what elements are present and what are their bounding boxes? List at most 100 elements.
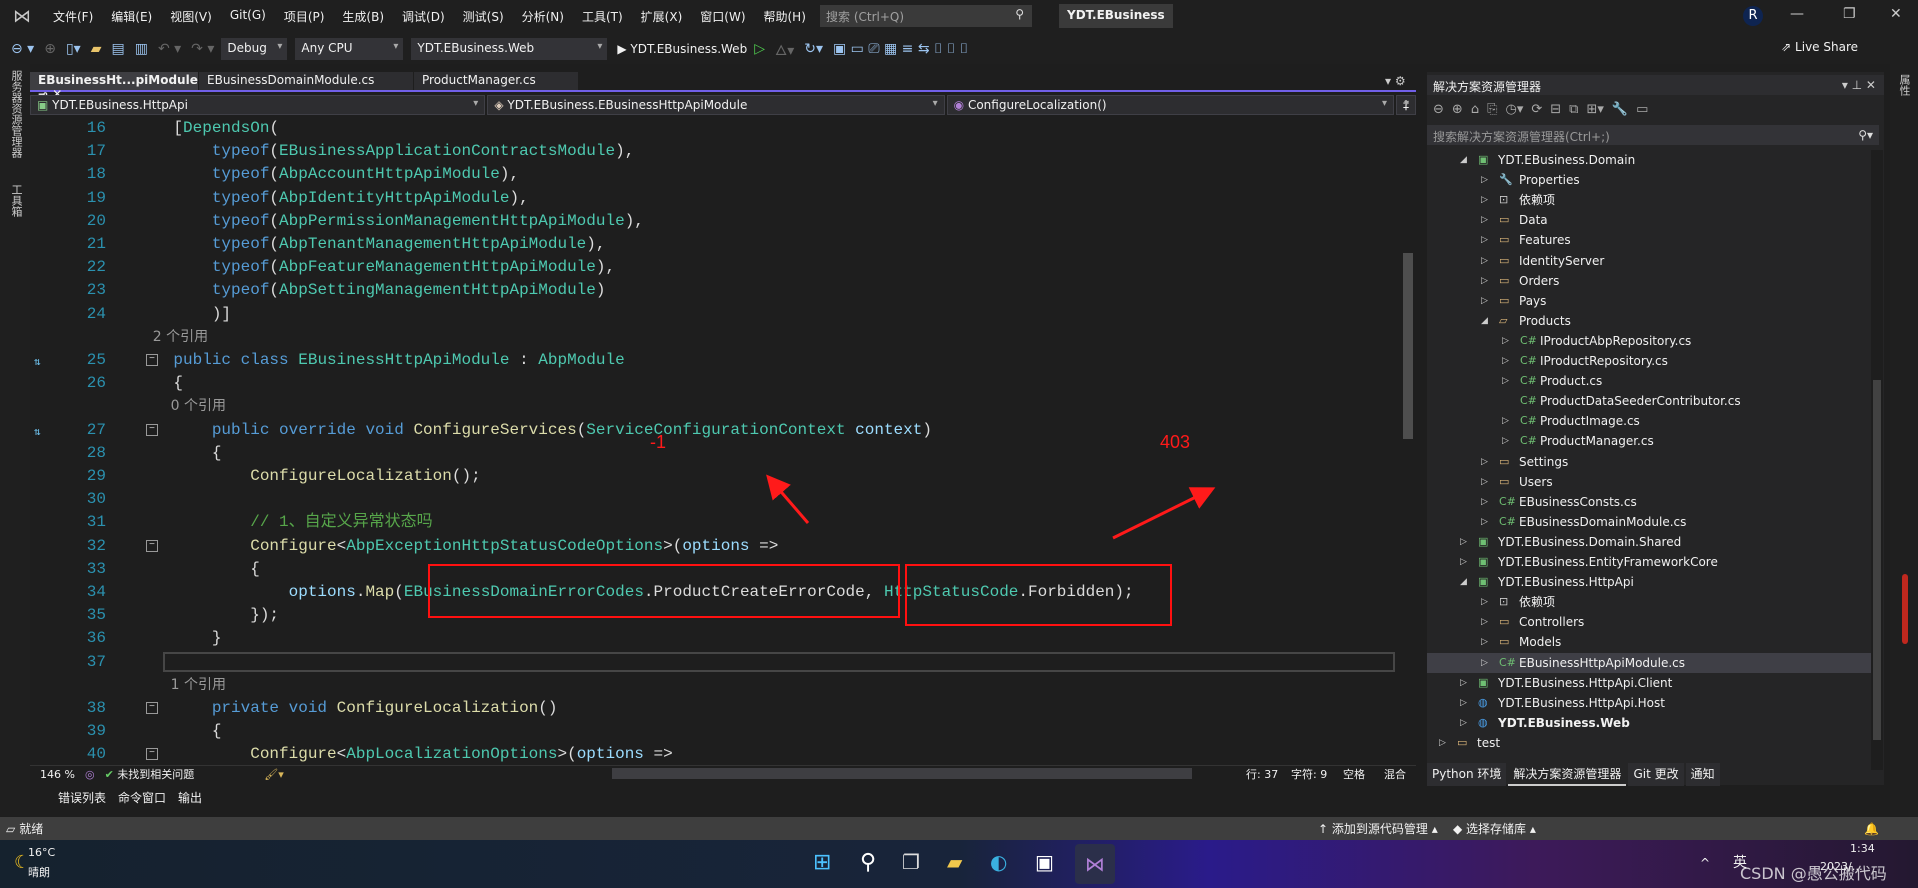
weather-desc[interactable]: 晴朗 (28, 864, 50, 880)
windows-start-icon[interactable]: ⊞ (813, 850, 831, 875)
tree-item[interactable]: ▷ ⊡ 依赖项 (1427, 190, 1872, 210)
tree-item[interactable]: ▷ C# EBusinessDomainModule.cs (1427, 512, 1872, 532)
expand-arrow-icon[interactable]: ▷ (1502, 331, 1509, 351)
expand-arrow-icon[interactable]: ▷ (1502, 371, 1509, 391)
expand-arrow-icon[interactable]: ▷ (1481, 512, 1488, 532)
tree-item[interactable]: ▷ C# EBusinessHttpApiModule.cs (1427, 652, 1872, 673)
switch-views-icon[interactable]: ⎘ (1487, 102, 1497, 118)
tree-item[interactable]: ▷ C# IProductRepository.cs (1427, 351, 1872, 371)
show-all-icon[interactable]: ⧉ (1569, 102, 1578, 118)
collapse-icon[interactable]: ⊟ (1550, 102, 1561, 118)
cleanup-icon[interactable]: 🖌▾ (264, 768, 284, 781)
tree-item[interactable]: ▷ ◍ YDT.EBusiness.HttpApi.Host (1427, 693, 1872, 713)
tree-item[interactable]: ▷ ▭ Pays (1427, 291, 1872, 311)
tab-error-list[interactable]: 错误列表 (58, 789, 106, 806)
tree-item[interactable]: ▷ C# ProductManager.cs (1427, 431, 1872, 451)
tree-item[interactable]: ▷ ▣ YDT.EBusiness.Domain.Shared (1427, 532, 1872, 552)
properties-icon[interactable]: 🔧 (1612, 102, 1628, 118)
tab-command-window[interactable]: 命令窗口 (118, 789, 166, 806)
file-explorer-icon[interactable]: ▰ (947, 850, 962, 874)
zoom-level[interactable]: 146 % (40, 768, 75, 781)
tree-item[interactable]: ▷ ▭ Models (1427, 632, 1872, 652)
tray-expand-icon[interactable]: ^ (1700, 856, 1710, 870)
panel-tab[interactable]: 解决方案资源管理器 (1508, 763, 1627, 786)
add-source-control[interactable]: ↑ 添加到源代码管理 ▴ (1318, 820, 1438, 837)
expand-arrow-icon[interactable]: ▷ (1481, 592, 1488, 612)
tree-item[interactable]: ◢ ▣ YDT.EBusiness.Domain (1427, 150, 1872, 170)
weather-temp[interactable]: 16°C (28, 846, 55, 859)
tree-item[interactable]: ▷ C# Product.cs (1427, 371, 1872, 391)
clock-time[interactable]: 1:34 (1850, 842, 1875, 855)
expand-arrow-icon[interactable]: ▷ (1481, 271, 1488, 291)
expand-arrow-icon[interactable]: ▷ (1481, 653, 1488, 673)
expand-arrow-icon[interactable]: ▷ (1460, 673, 1467, 693)
editor-horizontal-scrollbar[interactable] (612, 768, 1192, 779)
edge-icon[interactable]: ◐ (990, 850, 1007, 874)
copilot-icon[interactable]: ◎ (85, 768, 95, 781)
tree-item[interactable]: ◢ ▣ YDT.EBusiness.HttpApi (1427, 572, 1872, 592)
expand-arrow-icon[interactable]: ▷ (1502, 351, 1509, 371)
expand-arrow-icon[interactable]: ▷ (1481, 632, 1488, 652)
tree-item[interactable]: ▷ 🔧 Properties (1427, 170, 1872, 190)
view-icon[interactable]: ⊞▾ (1586, 102, 1603, 118)
expand-arrow-icon[interactable]: ▷ (1502, 411, 1509, 431)
panel-tab[interactable]: Git 更改 (1628, 763, 1684, 786)
tree-item[interactable]: ▷ ◍ YDT.EBusiness.Web (1427, 713, 1872, 733)
expand-arrow-icon[interactable]: ▷ (1502, 431, 1509, 451)
task-view-icon[interactable]: ❐ (902, 850, 920, 874)
tree-item[interactable]: C# ProductDataSeederContributor.cs (1427, 391, 1872, 411)
expand-arrow-icon[interactable]: ▷ (1460, 532, 1467, 552)
panel-tab[interactable]: 通知 (1685, 763, 1720, 786)
expand-arrow-icon[interactable]: ▷ (1481, 190, 1488, 210)
expand-arrow-icon[interactable]: ▷ (1481, 251, 1488, 271)
line-ending-indicator[interactable]: 混合 (1384, 766, 1406, 782)
expand-arrow-icon[interactable]: ▷ (1460, 713, 1467, 733)
sync-icon[interactable]: ⟳ (1531, 102, 1542, 118)
tree-item[interactable]: ▷ ▭ Users (1427, 472, 1872, 492)
expand-arrow-icon[interactable]: ▷ (1460, 552, 1467, 572)
solution-explorer-scrollbar[interactable] (1871, 150, 1883, 770)
tree-item[interactable]: ▷ ▭ Orders (1427, 271, 1872, 291)
tree-item[interactable]: ▷ ▭ Features (1427, 230, 1872, 250)
expand-arrow-icon[interactable]: ▷ (1481, 291, 1488, 311)
tab-output[interactable]: 输出 (178, 789, 202, 806)
tree-item[interactable]: ▷ ⊡ 依赖项 (1427, 592, 1872, 612)
collapse-arrow-icon[interactable]: ◢ (1481, 311, 1488, 331)
visual-studio-taskbar-icon[interactable]: ⋈ (1075, 844, 1115, 884)
expand-arrow-icon[interactable]: ▷ (1460, 693, 1467, 713)
search-icon[interactable]: ⚲ (860, 850, 876, 875)
tree-item[interactable]: ▷ ▭ Controllers (1427, 612, 1872, 632)
expand-arrow-icon[interactable]: ▷ (1481, 170, 1488, 190)
scroll-thumb[interactable] (1873, 380, 1881, 740)
expand-arrow-icon[interactable]: ▷ (1481, 472, 1488, 492)
tree-item[interactable]: ▷ C# EBusinessConsts.cs (1427, 492, 1872, 512)
notification-bell-icon[interactable]: 🔔 (1864, 822, 1879, 836)
tree-item[interactable]: ▷ ▭ test (1427, 733, 1872, 753)
whitespace-indicator[interactable]: 空格 (1343, 766, 1365, 782)
expand-arrow-icon[interactable]: ▷ (1481, 452, 1488, 472)
collapse-arrow-icon[interactable]: ◢ (1460, 572, 1467, 592)
expand-arrow-icon[interactable]: ▷ (1481, 492, 1488, 512)
panel-tab[interactable]: Python 环境 (1427, 763, 1507, 786)
tree-item[interactable]: ▷ ▭ IdentityServer (1427, 251, 1872, 271)
pending-changes-icon[interactable]: ◷▾ (1505, 102, 1523, 118)
tree-item[interactable]: ▷ ▣ YDT.EBusiness.HttpApi.Client (1427, 673, 1872, 693)
tree-item[interactable]: ▷ C# IProductAbpRepository.cs (1427, 331, 1872, 351)
expand-arrow-icon[interactable]: ▷ (1481, 612, 1488, 632)
issues-status[interactable]: ✔ 未找到相关问题 (105, 766, 195, 782)
expand-arrow-icon[interactable]: ▷ (1439, 733, 1446, 753)
home-icon[interactable]: ⌂ (1471, 102, 1479, 118)
tree-item[interactable]: ▷ ▣ YDT.EBusiness.EntityFrameworkCore (1427, 552, 1872, 572)
solution-explorer-search[interactable]: 搜索解决方案资源管理器(Ctrl+;) ⚲▾ (1427, 125, 1879, 145)
preview-icon[interactable]: ▭ (1636, 102, 1648, 118)
collapse-arrow-icon[interactable]: ◢ (1460, 150, 1467, 170)
panel-controls-icon[interactable]: ▾ ⊥ ✕ (1842, 78, 1876, 92)
expand-arrow-icon[interactable]: ▷ (1481, 210, 1488, 230)
store-icon[interactable]: ▣ (1035, 850, 1054, 874)
select-repository[interactable]: ◆ 选择存储库 ▴ (1453, 820, 1536, 837)
tree-item[interactable]: ▷ ▭ Data (1427, 210, 1872, 230)
expand-arrow-icon[interactable]: ▷ (1481, 230, 1488, 250)
tree-item[interactable]: ▷ ▭ Settings (1427, 452, 1872, 472)
tree-item[interactable]: ▷ C# ProductImage.cs (1427, 411, 1872, 431)
tree-item[interactable]: ◢ ▱ Products (1427, 311, 1872, 331)
